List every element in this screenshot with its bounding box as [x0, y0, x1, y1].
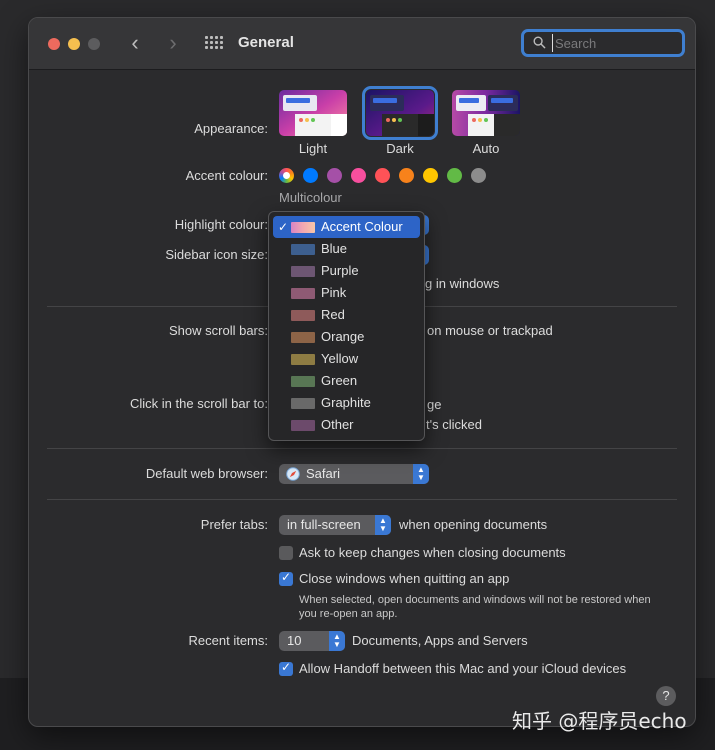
prefer-tabs-value: in full-screen — [287, 517, 361, 532]
highlight-colour-menu-item[interactable]: ✓ Accent Colour — [273, 216, 420, 238]
window-title: General — [238, 34, 294, 51]
checkmark-icon: ✓ — [278, 220, 289, 234]
ask-keep-changes-label: Ask to keep changes when closing documen… — [299, 545, 566, 560]
highlight-colour-menu-item[interactable]: Orange — [273, 326, 420, 348]
forward-chevron-icon[interactable]: › — [163, 31, 183, 55]
close-window-button[interactable] — [48, 38, 60, 50]
colour-swatch — [291, 420, 315, 431]
menu-item-label: Pink — [321, 285, 347, 300]
highlight-colour-menu-item[interactable]: Purple — [273, 260, 420, 282]
menu-item-label: Red — [321, 307, 345, 322]
section-separator — [47, 499, 677, 500]
menu-item-label: Graphite — [321, 395, 371, 410]
close-windows-note: When selected, open documents and window… — [299, 594, 651, 620]
colour-swatch — [291, 332, 315, 343]
accent-colour-swatch[interactable] — [351, 168, 366, 183]
sidebar-icon-size-label: Sidebar icon size: — [165, 247, 268, 262]
appearance-dark-thumbnail[interactable] — [362, 86, 438, 140]
accent-colour-swatch[interactable] — [471, 168, 486, 183]
wallpaper-tinting-text-partial: g in windows — [425, 276, 500, 291]
help-button[interactable]: ? — [656, 686, 676, 706]
highlight-colour-menu: ✓ Accent Colour Blue Purple Pink Red Orange Yel… — [268, 211, 425, 441]
default-browser-value: Safari — [306, 466, 340, 481]
search-field[interactable] — [521, 29, 685, 57]
colour-swatch — [291, 244, 315, 255]
highlight-colour-label: Highlight colour: — [174, 217, 268, 232]
search-input[interactable] — [552, 34, 672, 52]
menu-item-label: Orange — [321, 329, 365, 344]
prefer-tabs-popup[interactable]: in full-screen ▲ ▼ — [279, 515, 391, 535]
show-all-grid-icon[interactable] — [205, 36, 223, 50]
colour-swatch — [291, 310, 315, 321]
click-scroll-option2-partial: t's clicked — [426, 417, 482, 432]
highlight-colour-menu-item[interactable]: Red — [273, 304, 420, 326]
prefer-tabs-label: Prefer tabs: — [200, 517, 268, 532]
back-chevron-icon[interactable]: ‹ — [125, 31, 145, 55]
search-icon — [533, 36, 546, 49]
highlight-colour-menu-item[interactable]: Blue — [273, 238, 420, 260]
general-preferences-window: ‹ › General Appearance: — [28, 17, 696, 727]
accent-colour-swatch[interactable] — [447, 168, 462, 183]
title-bar: ‹ › General — [29, 18, 695, 70]
accent-colour-swatch[interactable] — [327, 168, 342, 183]
accent-colour-swatch[interactable] — [399, 168, 414, 183]
popup-chevrons-icon: ▲ ▼ — [329, 631, 345, 651]
colour-swatch — [291, 354, 315, 365]
accent-colour-swatch[interactable] — [303, 168, 318, 183]
menu-item-label: Blue — [321, 241, 348, 256]
menu-item-label: Other — [321, 417, 354, 432]
recent-items-label: Recent items: — [188, 633, 268, 648]
handoff-checkbox[interactable] — [279, 660, 293, 676]
accent-colour-label: Accent colour: — [185, 168, 268, 183]
appearance-auto-caption: Auto — [472, 141, 500, 156]
ask-keep-changes-checkbox[interactable] — [279, 546, 293, 560]
appearance-label: Appearance: — [194, 121, 268, 136]
accent-colour-swatch[interactable] — [423, 168, 438, 183]
default-browser-popup[interactable]: Safari ▲ ▼ — [279, 464, 429, 484]
prefer-tabs-trailing: when opening documents — [399, 517, 548, 532]
appearance-dark-caption: Dark — [386, 141, 414, 156]
menu-item-label: Green — [321, 373, 358, 388]
colour-swatch — [291, 222, 315, 233]
show-scroll-bars-label: Show scroll bars: — [169, 323, 268, 338]
recent-items-stepper[interactable]: 10 ▲ ▼ — [279, 631, 345, 651]
close-windows-checkbox[interactable] — [279, 570, 293, 586]
click-scroll-option1-partial: ge — [427, 397, 442, 412]
accent-colour-swatch[interactable] — [375, 168, 390, 183]
colour-swatch — [291, 288, 315, 299]
recent-items-value: 10 — [287, 633, 302, 648]
highlight-colour-menu-item[interactable]: Pink — [273, 282, 420, 304]
highlight-colour-menu-item[interactable]: Yellow — [273, 348, 420, 370]
default-browser-label: Default web browser: — [145, 466, 268, 481]
zoom-window-button[interactable] — [88, 38, 100, 50]
section-separator — [47, 448, 677, 449]
scroll-option-text-partial: on mouse or trackpad — [427, 323, 553, 338]
accent-multicolour-swatch[interactable] — [279, 168, 294, 183]
accent-selected-name: Multicolour — [279, 190, 342, 205]
click-scroll-bar-label: Click in the scroll bar to: — [130, 396, 268, 411]
colour-swatch — [291, 398, 315, 409]
menu-item-label: Yellow — [321, 351, 359, 366]
minimize-window-button[interactable] — [68, 38, 80, 50]
safari-compass-icon — [286, 467, 300, 481]
colour-swatch — [291, 266, 315, 277]
watermark-text: 知乎 @程序员echo — [512, 709, 687, 733]
appearance-auto-thumbnail[interactable] — [452, 90, 520, 136]
appearance-light-thumbnail[interactable] — [279, 90, 347, 136]
menu-item-label: Purple — [321, 263, 359, 278]
menu-item-label: Accent Colour — [321, 219, 403, 234]
close-windows-label: Close windows when quitting an app — [299, 571, 510, 586]
handoff-label: Allow Handoff between this Mac and your … — [299, 661, 627, 676]
highlight-colour-menu-item[interactable]: Other — [273, 414, 420, 436]
popup-chevrons-icon: ▲ ▼ — [375, 515, 391, 535]
highlight-colour-menu-item[interactable]: Green — [273, 370, 420, 392]
recent-items-trailing: Documents, Apps and Servers — [352, 633, 528, 648]
highlight-colour-menu-item[interactable]: Graphite — [273, 392, 420, 414]
appearance-light-caption: Light — [298, 141, 328, 156]
popup-chevrons-icon: ▲ ▼ — [413, 464, 429, 484]
colour-swatch — [291, 376, 315, 387]
